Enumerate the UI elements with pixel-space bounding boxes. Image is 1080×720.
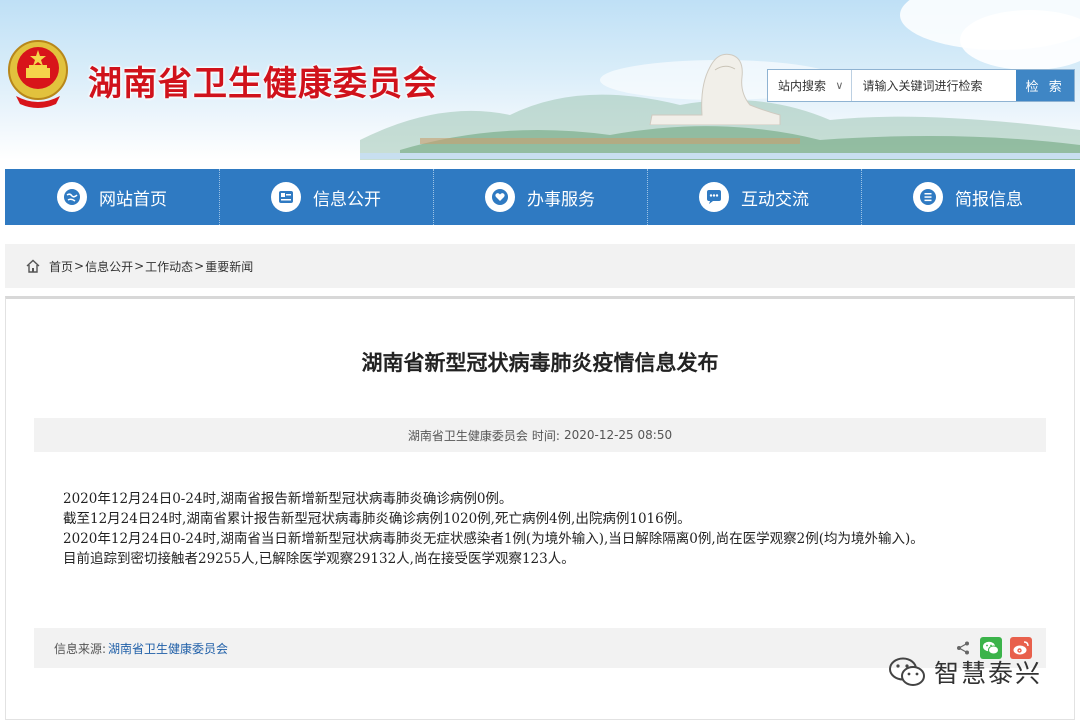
search-scope-select[interactable]: 站内搜索 ∨ xyxy=(768,70,853,101)
article-time-label: 时间: xyxy=(531,428,560,443)
breadcrumb-separator: > xyxy=(74,259,85,273)
article-publisher: 湖南省卫生健康委员会 xyxy=(407,428,528,443)
article-paragraph: 截至12月24日24时,湖南省累计报告新型冠状病毒肺炎确诊病例1020例,死亡病… xyxy=(63,511,691,527)
breadcrumb: 首页 > 信息公开 > 工作动态 > 重要新闻 xyxy=(5,244,1075,288)
watermark-text: 智慧泰兴 xyxy=(934,659,1043,688)
breadcrumb-separator: > xyxy=(134,259,145,273)
nav-item-info-disclosure[interactable]: 信息公开 xyxy=(219,169,433,225)
globe-icon xyxy=(57,182,87,212)
source-link[interactable]: 湖南省卫生健康委员会 xyxy=(108,640,228,657)
article-title: 湖南省新型冠状病毒肺炎疫情信息发布 xyxy=(361,351,719,375)
article-meta: 湖南省卫生健康委员会 时间: 2020-12-25 08:50 xyxy=(34,418,1046,452)
article-paragraph: 2020年12月24日0-24时,湖南省当日新增新型冠状病毒肺炎无症状感染者1例… xyxy=(63,531,924,547)
article-paragraph: 目前追踪到密切接触者29255人,已解除医学观察29132人,尚在接受医学观察1… xyxy=(63,551,575,567)
nav-item-label: 办事服务 xyxy=(527,189,595,210)
nav-item-label: 网站首页 xyxy=(99,189,167,210)
nav-item-label: 简报信息 xyxy=(955,189,1023,210)
breadcrumb-item-info-disclosure[interactable]: 信息公开 xyxy=(85,258,133,275)
report-icon xyxy=(913,182,943,212)
breadcrumb-separator: > xyxy=(194,259,205,273)
wechat-watermark: 智慧泰兴 xyxy=(888,654,1042,690)
nav-item-label: 信息公开 xyxy=(313,189,381,210)
document-list-icon xyxy=(271,182,301,212)
main-nav: 网站首页 信息公开 办事服务 互动交流 简报信息 xyxy=(5,169,1075,225)
site-title: 湖南省卫生健康委员会 xyxy=(88,64,438,104)
national-emblem-icon xyxy=(8,40,68,108)
breadcrumb-item-work-news[interactable]: 工作动态 xyxy=(145,258,193,275)
nav-item-home[interactable]: 网站首页 xyxy=(5,169,219,225)
search-scope-label: 站内搜索 xyxy=(778,79,827,93)
site-search: 站内搜索 ∨ 检 索 xyxy=(767,69,1075,102)
nav-item-label: 互动交流 xyxy=(741,189,809,210)
breadcrumb-item-home[interactable]: 首页 xyxy=(49,258,73,275)
nav-item-interaction[interactable]: 互动交流 xyxy=(647,169,861,225)
article-body: 2020年12月24日0-24时,湖南省报告新增新型冠状病毒肺炎确诊病例0例。 … xyxy=(36,489,1036,569)
search-input[interactable] xyxy=(852,70,1017,101)
site-header: 湖南省卫生健康委员会 站内搜索 ∨ 检 索 xyxy=(0,0,1080,160)
nav-item-briefing[interactable]: 简报信息 xyxy=(861,169,1075,225)
source-label: 信息来源: xyxy=(54,641,107,656)
breadcrumb-item-important-news[interactable]: 重要新闻 xyxy=(205,258,253,275)
article-time-value: 2020-12-25 08:50 xyxy=(563,428,673,442)
nav-item-services[interactable]: 办事服务 xyxy=(433,169,647,225)
home-icon xyxy=(26,259,40,273)
heart-icon xyxy=(485,182,515,212)
search-button[interactable]: 检 索 xyxy=(1016,70,1074,101)
chevron-down-icon: ∨ xyxy=(835,79,844,92)
chat-icon xyxy=(699,182,729,212)
article-paragraph: 2020年12月24日0-24时,湖南省报告新增新型冠状病毒肺炎确诊病例0例。 xyxy=(63,491,513,507)
wechat-logo-icon xyxy=(889,657,925,686)
